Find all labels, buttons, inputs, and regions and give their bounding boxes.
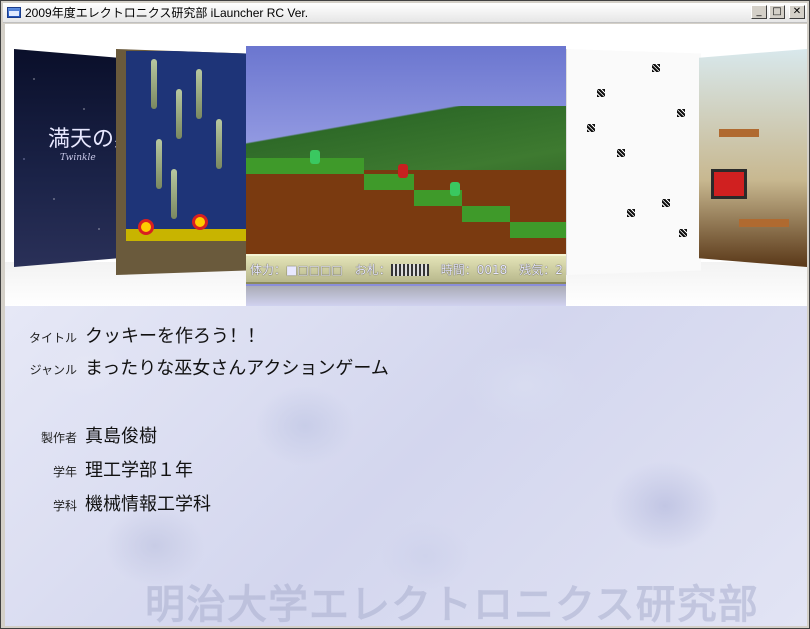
grade-row: 学年 理工学部１年 [21,456,193,482]
game-card-stickfigure[interactable] [566,49,701,275]
game-info-panel: タイトル クッキーを作ろう！！ ジャンル まったりな巫女さんアクションゲーム 製… [5,306,807,626]
spirit-display: 残気：2 [519,261,563,278]
dept-value: 機械情報工学科 [85,494,211,515]
genre-row: ジャンル まったりな巫女さんアクションゲーム [21,354,389,380]
tile-sprite [617,149,625,157]
grass-step [510,222,566,238]
sword-sprite [171,169,177,219]
sword-sprite [151,59,157,109]
grass-step [246,158,364,174]
genre-value: まったりな巫女さんアクションゲーム [85,358,389,379]
sword-sprite [216,119,222,169]
title-value: クッキーを作ろう！！ [85,326,265,347]
tile-sprite [662,199,670,207]
spirit-label: 残気： [519,262,556,277]
time-label: 時間：0018 [440,262,508,277]
title-bar[interactable]: 2009年度エレクトロニクス研究部 iLauncher RC Ver. _ □ … [3,3,807,23]
flower-sprite [138,219,154,235]
sword-sprite [156,139,162,189]
flower-sprite [192,214,208,230]
hp-label: 体力： [250,262,287,277]
player-sprite [398,164,408,178]
ofuda-display: お札： [355,261,429,278]
grade-value: 理工学部１年 [85,460,193,481]
close-button[interactable]: ✕ [789,5,805,19]
club-watermark: 明治大学エレクトロニクス研究部 [145,582,759,626]
dept-row: 学科 機械情報工学科 [21,490,211,516]
game-card-swords[interactable] [116,49,246,275]
author-row: 製作者 真島俊樹 [21,422,157,448]
enemy-sprite [310,150,320,164]
tv-sprite [711,169,747,199]
author-label: 製作者 [40,431,77,445]
card-subtitle-text: Twinkle [60,153,96,163]
window-controls: _ □ ✕ [751,5,805,19]
title-label: タイトル [28,331,77,345]
hp-display: 体力：■□□□□ [250,261,343,278]
author-value: 真島俊樹 [85,426,157,447]
ofuda-gauge [390,264,429,276]
hp-boxes: ■□□□□ [286,262,343,277]
tile-sprite [597,89,605,97]
minimize-button[interactable]: _ [751,5,767,19]
app-window-icon[interactable] [7,7,21,18]
game-card-selected[interactable]: 体力：■□□□□ お札： 時間：0018 残気：2 [246,46,566,306]
sword-sprite [176,89,182,139]
game-hud: 体力：■□□□□ お札： 時間：0018 残気：2 [246,254,566,284]
enemy-sprite [450,182,460,196]
window-title: 2009年度エレクトロニクス研究部 iLauncher RC Ver. [25,6,309,20]
maximize-button[interactable]: □ [769,5,785,19]
ofuda-label: お札： [354,262,391,277]
sword-sprite [196,69,202,119]
grade-label: 学年 [52,465,77,479]
tile-sprite [652,64,660,72]
card-title-text: 満天の星 [48,127,118,152]
platform-sprite [739,219,789,227]
tile-sprite [677,109,685,117]
card-swords-background [126,51,246,235]
game-card-starry-sky[interactable]: 満天の星 Twinkle [14,49,118,267]
dept-label: 学科 [52,499,77,513]
platform-sprite [719,129,759,137]
launcher-client-area: 満天の星 Twinkle [5,24,807,626]
app-window: 2009年度エレクトロニクス研究部 iLauncher RC Ver. _ □ … [0,0,810,629]
title-row: タイトル クッキーを作ろう！！ [21,322,265,348]
grass-step [462,206,510,222]
card-reflection [246,286,566,306]
genre-label: ジャンル [29,363,77,377]
tile-sprite [587,124,595,132]
game-card-windmill[interactable] [699,49,807,267]
tile-sprite [627,209,635,217]
game-carousel[interactable]: 満天の星 Twinkle [5,24,807,306]
tile-sprite [679,229,687,237]
spirit-value: 2 [555,262,563,277]
